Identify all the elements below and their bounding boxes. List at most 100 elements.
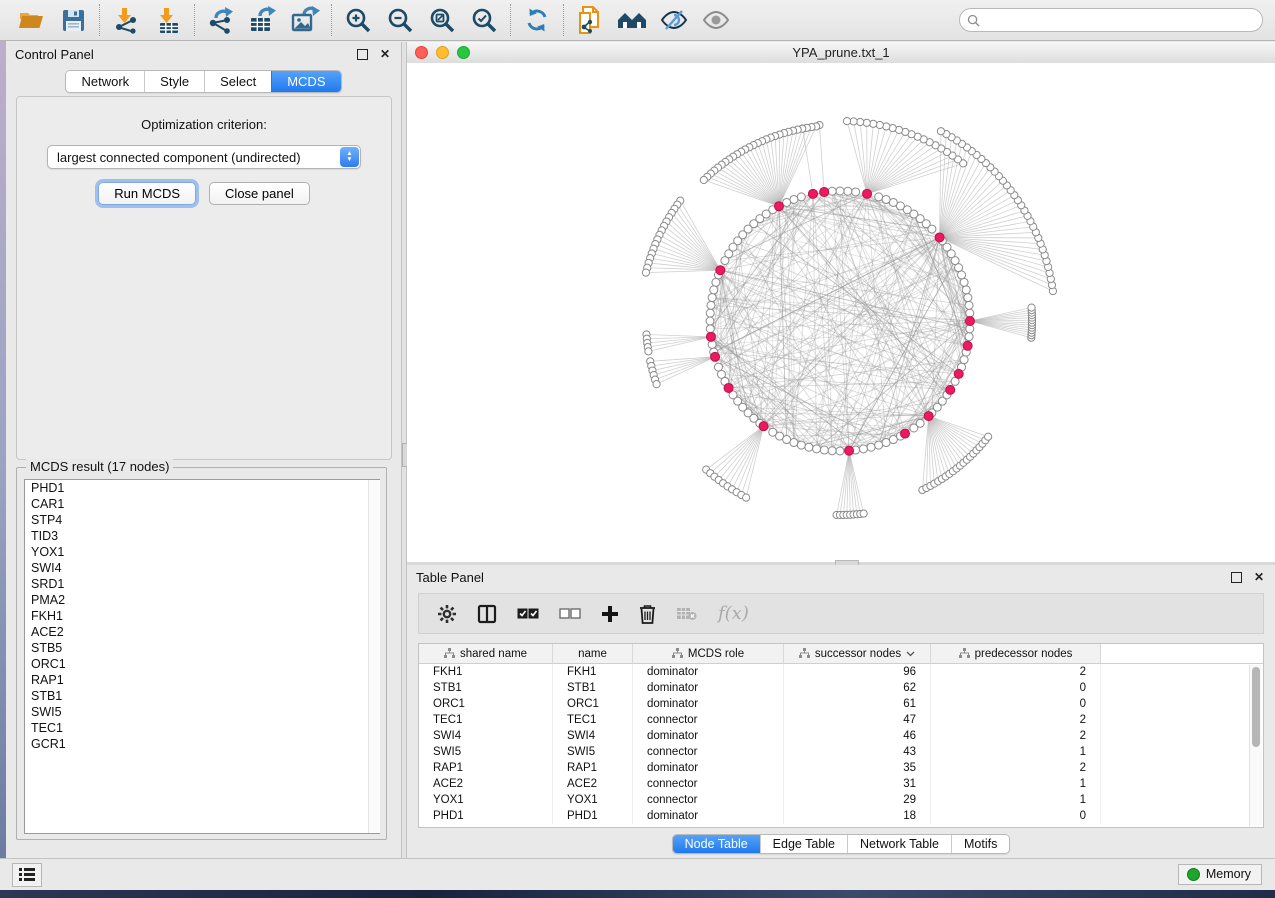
table-panel: Table Panel ✕ f(x) shared [407, 565, 1275, 858]
mcds-result-item[interactable]: SWI4 [25, 560, 379, 576]
cell-shared-name: PHD1 [419, 808, 553, 824]
mcds-result-item[interactable]: TEC1 [25, 720, 379, 736]
network-canvas[interactable] [407, 63, 1275, 562]
cell-shared-name: YOX1 [419, 792, 553, 808]
show-eye-icon [695, 2, 737, 38]
cell-successor-nodes: 43 [784, 744, 931, 760]
mcds-result-item[interactable]: ORC1 [25, 656, 379, 672]
mcds-result-list[interactable]: PHD1CAR1STP4TID3YOX1SWI4SRD1PMA2FKH1ACE2… [24, 479, 380, 834]
zoom-out-icon[interactable] [379, 2, 421, 38]
cell-filler [1101, 808, 1263, 824]
tab-network[interactable]: Network [66, 71, 144, 92]
float-panel-icon[interactable] [355, 47, 369, 61]
mcds-result-item[interactable]: CAR1 [25, 496, 379, 512]
tab-select[interactable]: Select [204, 71, 271, 92]
cell-predecessor-nodes: 2 [931, 664, 1101, 680]
mcds-result-group: MCDS result (17 nodes) PHD1CAR1STP4TID3Y… [16, 467, 387, 840]
table-row[interactable]: SWI4SWI4dominator462 [419, 728, 1263, 744]
show-columns-icon[interactable] [477, 604, 497, 624]
mcds-result-item[interactable]: STP4 [25, 512, 379, 528]
table-scrollbar[interactable] [1249, 665, 1262, 826]
cell-successor-nodes: 61 [784, 696, 931, 712]
save-session-icon[interactable] [52, 2, 94, 38]
select-all-icon[interactable] [517, 607, 539, 620]
table-row[interactable]: ACE2ACE2connector311 [419, 776, 1263, 792]
close-panel-icon[interactable]: ✕ [378, 47, 392, 61]
close-panel-button[interactable]: Close panel [209, 182, 310, 205]
mcds-result-item[interactable]: FKH1 [25, 608, 379, 624]
delete-column-icon[interactable] [639, 604, 656, 624]
export-table-icon[interactable] [242, 2, 284, 38]
zoom-fit-icon[interactable] [421, 2, 463, 38]
mcds-result-scrollbar[interactable] [368, 480, 380, 833]
deselect-all-icon[interactable] [559, 607, 581, 620]
cell-predecessor-nodes: 1 [931, 776, 1101, 792]
zoom-in-icon[interactable] [337, 2, 379, 38]
table-row[interactable]: FKH1FKH1dominator962 [419, 664, 1263, 680]
table-row[interactable]: YOX1YOX1connector291 [419, 792, 1263, 808]
optimization-criterion-select[interactable]: largest connected component (undirected)… [47, 145, 361, 169]
zoom-selected-icon[interactable] [463, 2, 505, 38]
mcds-result-item[interactable]: STB5 [25, 640, 379, 656]
export-network-icon[interactable] [200, 2, 242, 38]
import-network-icon[interactable] [105, 2, 147, 38]
column-header-mcds-role[interactable]: MCDS role [633, 644, 784, 664]
add-column-icon[interactable] [601, 605, 619, 623]
column-header-shared-name[interactable]: shared name [419, 644, 553, 664]
mcds-result-item[interactable]: GCR1 [25, 736, 379, 752]
table-row[interactable]: TEC1TEC1connector472 [419, 712, 1263, 728]
table-row[interactable]: STB1STB1dominator620 [419, 680, 1263, 696]
cell-successor-nodes: 31 [784, 776, 931, 792]
tree-icon [672, 648, 683, 659]
column-header-predecessor-nodes[interactable]: predecessor nodes [931, 644, 1101, 664]
open-session-icon[interactable] [10, 2, 52, 38]
mcds-result-item[interactable]: RAP1 [25, 672, 379, 688]
mcds-result-item[interactable]: PHD1 [25, 480, 379, 496]
memory-label: Memory [1206, 867, 1251, 881]
cell-shared-name: FKH1 [419, 664, 553, 680]
table-row[interactable]: SWI5SWI5connector431 [419, 744, 1263, 760]
mcds-result-item[interactable]: ACE2 [25, 624, 379, 640]
task-history-button[interactable] [12, 863, 42, 887]
mcds-result-item[interactable]: TID3 [25, 528, 379, 544]
table-row[interactable]: RAP1RAP1dominator352 [419, 760, 1263, 776]
tab-motifs[interactable]: Motifs [951, 835, 1009, 853]
column-header-successor-nodes[interactable]: successor nodes [784, 644, 931, 664]
network-titlebar[interactable]: YPA_prune.txt_1 [407, 42, 1275, 64]
cell-shared-name: RAP1 [419, 760, 553, 776]
export-image-icon[interactable] [284, 2, 326, 38]
network-from-selection-icon[interactable] [569, 2, 611, 38]
mcds-result-item[interactable]: SWI5 [25, 704, 379, 720]
tab-style[interactable]: Style [144, 71, 204, 92]
cell-mcds-role: dominator [633, 680, 784, 696]
memory-button[interactable]: Memory [1178, 864, 1262, 885]
cell-predecessor-nodes: 2 [931, 728, 1101, 744]
table-row[interactable]: ORC1ORC1dominator610 [419, 696, 1263, 712]
float-panel-icon[interactable] [1229, 570, 1243, 584]
hide-eye-icon[interactable] [653, 2, 695, 38]
cell-successor-nodes: 96 [784, 664, 931, 680]
close-panel-icon[interactable]: ✕ [1252, 570, 1266, 584]
table-settings-gear-icon[interactable] [437, 604, 457, 624]
search-input[interactable] [985, 12, 1255, 28]
import-table-icon[interactable] [147, 2, 189, 38]
mcds-result-item[interactable]: YOX1 [25, 544, 379, 560]
column-header-name[interactable]: name [553, 644, 633, 664]
tab-mcds[interactable]: MCDS [271, 71, 340, 92]
scrollbar-thumb[interactable] [1252, 667, 1260, 747]
mcds-result-item[interactable]: SRD1 [25, 576, 379, 592]
network-graph[interactable] [407, 63, 1275, 561]
cell-mcds-role: dominator [633, 808, 784, 824]
search-box[interactable] [959, 8, 1263, 32]
toolbar-separator [510, 4, 511, 36]
search-icon [967, 14, 980, 27]
apply-layout-icon[interactable] [516, 2, 558, 38]
tab-node-table[interactable]: Node Table [673, 835, 760, 853]
mcds-result-item[interactable]: PMA2 [25, 592, 379, 608]
tab-edge-table[interactable]: Edge Table [760, 835, 847, 853]
run-mcds-button[interactable]: Run MCDS [98, 182, 196, 205]
mcds-result-item[interactable]: STB1 [25, 688, 379, 704]
tab-network-table[interactable]: Network Table [847, 835, 951, 853]
table-row[interactable]: PHD1PHD1dominator180 [419, 808, 1263, 824]
houses-icon[interactable] [611, 2, 653, 38]
